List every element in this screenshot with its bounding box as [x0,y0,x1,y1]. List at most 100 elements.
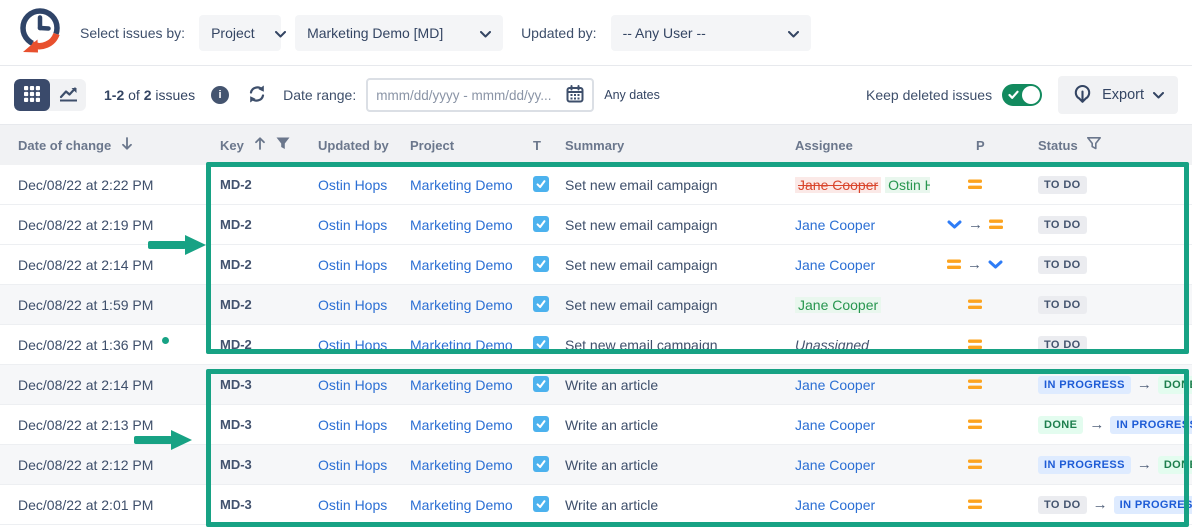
project-link[interactable]: Marketing Demo [410,377,513,393]
updated-by-link[interactable]: Ostin Hops [318,497,387,513]
updated-by-link[interactable]: Ostin Hops [318,377,387,393]
table-row[interactable]: Dec/08/22 at 2:14 PMMD-2Ostin HopsMarket… [0,245,1192,285]
updated-by-link[interactable]: Ostin Hops [318,217,387,233]
updated-by-link[interactable]: Ostin Hops [318,457,387,473]
table-row[interactable]: Dec/08/22 at 2:12 PMMD-3Ostin HopsMarket… [0,445,1192,485]
column-assignee[interactable]: Assignee [779,138,930,153]
priority-medium-icon [989,217,1003,233]
chevron-down-icon [1153,87,1164,103]
date-text: Dec/08/22 at 2:14 PM [18,377,153,393]
column-key[interactable]: Key [202,136,300,154]
date-text: Dec/08/22 at 2:14 PM [18,257,153,273]
task-type-icon [533,176,549,192]
export-button[interactable]: Export [1058,76,1178,114]
cell-issue-type [517,256,549,273]
refresh-button[interactable] [247,84,267,107]
column-summary[interactable]: Summary [549,138,779,153]
assignee-link[interactable]: Jane Cooper [795,257,875,273]
table-row[interactable]: Dec/08/22 at 1:36 PMMD-2Ostin HopsMarket… [0,325,1192,365]
assignee-link[interactable]: Jane Cooper [795,457,875,473]
assignee-link[interactable]: Jane Cooper [795,377,875,393]
date-range-input[interactable] [376,88,560,103]
column-date-of-change[interactable]: Date of change [0,136,202,154]
issues-count: 1-2 of 2 issues [104,87,195,103]
updated-by-dropdown[interactable]: -- Any User -- [611,15,811,51]
filter-active-icon[interactable] [276,137,290,153]
priority-medium-icon [968,337,982,353]
cell-summary: Set new email campaign [549,297,779,313]
updated-by-link[interactable]: Ostin Hops [318,257,387,273]
updated-by-link[interactable]: Ostin Hops [318,177,387,193]
status-badge: IN PROGRESS [1110,416,1192,434]
cell-project: Marketing Demo [392,297,517,313]
project-link[interactable]: Marketing Demo [410,177,513,193]
table-row[interactable]: Dec/08/22 at 2:13 PMMD-3Ostin HopsMarket… [0,405,1192,445]
table-header: Date of change Key Updated by Project T … [0,125,1192,165]
info-icon[interactable]: i [211,86,229,104]
column-priority[interactable]: P [930,138,1020,153]
sort-ascending-icon [253,136,267,154]
cell-status: TO DO [1020,296,1192,314]
cell-priority [930,177,1020,193]
cell-project: Marketing Demo [392,337,517,353]
project-link[interactable]: Marketing Demo [410,217,513,233]
table-row[interactable]: Dec/08/22 at 1:59 PMMD-2Ostin HopsMarket… [0,285,1192,325]
updated-by-link[interactable]: Ostin Hops [318,417,387,433]
cell-key: MD-3 [202,457,300,472]
priority-medium-icon [968,497,982,513]
project-link[interactable]: Marketing Demo [410,457,513,473]
table-row[interactable]: Dec/08/22 at 2:22 PMMD-2Ostin HopsMarket… [0,165,1192,205]
select-by-dropdown[interactable]: Project [199,15,281,51]
assignee-link[interactable]: Jane Cooper [795,497,875,513]
calendar-icon[interactable] [566,85,584,106]
new-change-dot-icon [162,337,169,344]
cell-status: IN PROGRESS→DONE [1020,376,1192,394]
toolbar: 1-2 of 2 issues i Date range: Any dates … [0,66,1192,125]
updated-by-link[interactable]: Ostin Hops [318,297,387,313]
project-link[interactable]: Marketing Demo [410,417,513,433]
table-row[interactable]: Dec/08/22 at 2:19 PMMD-2Ostin HopsMarket… [0,205,1192,245]
chart-view-button[interactable] [50,79,86,111]
grid-view-button[interactable] [14,79,50,111]
updated-by-label: Updated by: [521,25,597,41]
cell-project: Marketing Demo [392,497,517,513]
assignee-link[interactable]: Jane Cooper [795,217,875,233]
keep-deleted-toggle[interactable] [1002,84,1042,106]
date-range-field [366,78,594,112]
assignee-added: Jane Cooper [795,297,881,313]
priority-medium-icon [968,177,982,193]
task-type-icon [533,296,549,312]
cell-key: MD-2 [202,177,300,192]
cell-key: MD-3 [202,497,300,512]
toggle-knob [1022,86,1040,104]
date-range-label: Date range: [283,87,356,103]
column-project[interactable]: Project [392,138,517,153]
sort-descending-icon [120,136,134,154]
table-row[interactable]: Dec/08/22 at 2:14 PMMD-3Ostin HopsMarket… [0,365,1192,405]
status-badge: TO DO [1038,256,1087,274]
assignee-link[interactable]: Jane Cooper [795,417,875,433]
select-issues-by-label: Select issues by: [80,25,185,41]
change-arrow-icon: → [968,217,983,232]
project-dropdown[interactable]: Marketing Demo [MD] [295,15,503,51]
cell-project: Marketing Demo [392,457,517,473]
change-arrow-icon: → [1137,377,1152,392]
project-link[interactable]: Marketing Demo [410,297,513,313]
status-badge: TO DO [1038,336,1087,354]
column-status[interactable]: Status [1020,137,1192,153]
project-link[interactable]: Marketing Demo [410,257,513,273]
project-link[interactable]: Marketing Demo [410,497,513,513]
status-badge: IN PROGRESS [1038,376,1131,394]
cell-priority [930,297,1020,313]
column-updated-by[interactable]: Updated by [300,138,392,153]
column-type[interactable]: T [517,138,549,153]
cell-issue-type [517,456,549,473]
cell-assignee: Jane Cooper [779,297,930,313]
app-logo-history-clock-icon [14,4,66,61]
filter-icon[interactable] [1087,137,1101,153]
updated-by-link[interactable]: Ostin Hops [318,337,387,353]
table-row[interactable]: Dec/08/22 at 2:01 PMMD-3 Ostin Hops Market… [0,485,1192,525]
cell-date-of-change: Dec/08/22 at 2:01 PM [0,497,202,513]
status-badge: TO DO [1038,176,1087,194]
project-link[interactable]: Marketing Demo [410,337,513,353]
